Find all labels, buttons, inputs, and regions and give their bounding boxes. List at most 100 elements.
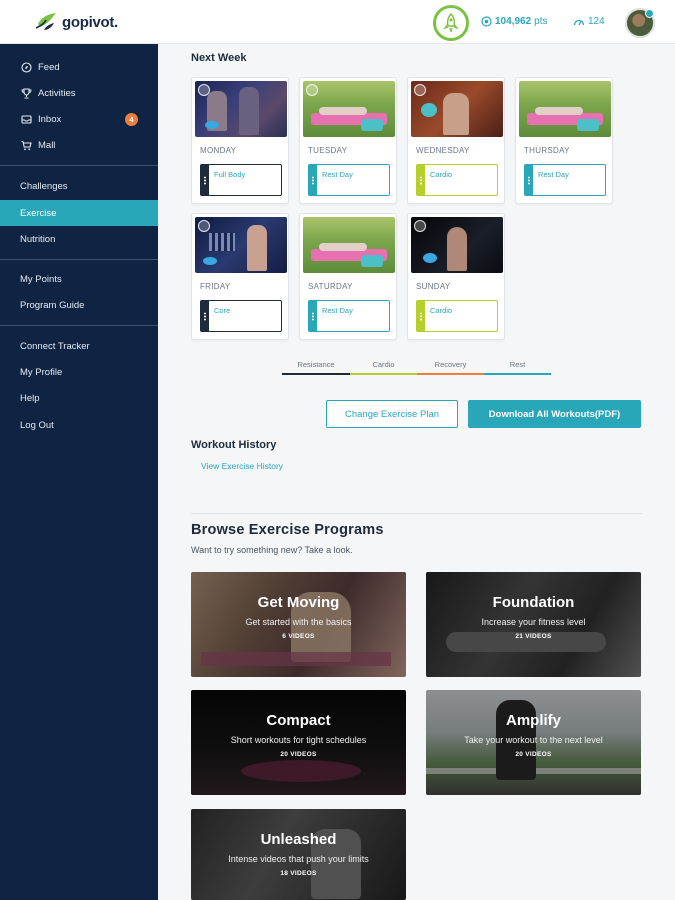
sidebar-item-my-points[interactable]: My Points (0, 266, 158, 292)
points-unit: pts (534, 16, 548, 27)
change-exercise-plan-button[interactable]: Change Exercise Plan (326, 400, 458, 428)
sidebar-item-label: Help (20, 392, 40, 404)
day-card-sunday[interactable]: SUNDAY Cardio (407, 213, 505, 340)
avatar-status-badge (645, 9, 654, 18)
sidebar-item-my-profile[interactable]: My Profile (0, 359, 158, 385)
legend-resistance: Resistance (282, 360, 350, 375)
program-card-unleashed[interactable]: Unleashed Intense videos that push your … (191, 809, 406, 900)
sidebar-item-label: Log Out (20, 419, 54, 431)
workout-name: Cardio (430, 306, 453, 315)
workout-tag[interactable]: Rest Day (524, 164, 606, 196)
sidebar-item-exercise[interactable]: Exercise (0, 200, 158, 226)
program-video-count: 18 VIDEOS (280, 870, 317, 877)
program-description: Short workouts for tight schedules (230, 735, 367, 745)
sidebar-item-label: Connect Tracker (20, 340, 90, 352)
program-title: Amplify (505, 712, 561, 729)
workout-name: Rest Day (322, 170, 353, 179)
workout-thumbnail[interactable] (195, 217, 287, 273)
day-label: SATURDAY (308, 282, 353, 291)
sidebar-divider (0, 165, 158, 166)
sidebar-item-program-guide[interactable]: Program Guide (0, 292, 158, 318)
workout-thumbnail[interactable] (411, 81, 503, 137)
day-label: WEDNESDAY (416, 146, 470, 155)
trophy-icon (20, 87, 32, 99)
workout-thumbnail[interactable] (519, 81, 611, 137)
workout-tag[interactable]: Full Body (200, 164, 282, 196)
drag-handle-icon[interactable] (204, 312, 206, 321)
program-video-count: 21 VIDEOS (515, 633, 552, 640)
download-all-workouts-button[interactable]: Download All Workouts(PDF) (468, 400, 641, 428)
drag-handle-icon[interactable] (204, 176, 206, 185)
workout-thumbnail[interactable] (195, 81, 287, 137)
program-card-foundation[interactable]: Foundation Increase your fitness level 2… (426, 572, 641, 677)
points-display[interactable]: 104,962 pts (481, 16, 548, 27)
complete-check-icon[interactable] (198, 84, 210, 96)
drag-handle-icon[interactable] (420, 312, 422, 321)
program-description: Intense videos that push your limits (228, 854, 369, 864)
drag-handle-icon[interactable] (312, 312, 314, 321)
gopivot-logo[interactable]: gopivot. (34, 10, 118, 34)
complete-check-icon[interactable] (198, 220, 210, 232)
program-title: Foundation (492, 594, 575, 611)
program-card-get-moving[interactable]: Get Moving Get started with the basics 6… (191, 572, 406, 677)
program-card-compact[interactable]: Compact Short workouts for tight schedul… (191, 690, 406, 795)
drag-handle-icon[interactable] (528, 176, 530, 185)
day-label: TUESDAY (308, 146, 348, 155)
program-description: Take your workout to the next level (464, 735, 603, 745)
sidebar-item-connect-tracker[interactable]: Connect Tracker (0, 333, 158, 359)
workout-tag[interactable]: Rest Day (308, 164, 390, 196)
rocket-progress-button[interactable] (433, 5, 469, 41)
leaf-logo-icon (35, 13, 56, 30)
program-video-count: 20 VIDEOS (515, 751, 552, 758)
workout-thumbnail[interactable] (303, 217, 395, 273)
sidebar-item-activities[interactable]: Activities (0, 80, 158, 106)
sidebar-item-label: Challenges (20, 180, 68, 192)
sidebar-item-help[interactable]: Help (0, 385, 158, 411)
day-card-friday[interactable]: FRIDAY Core (191, 213, 289, 340)
complete-check-icon[interactable] (306, 84, 318, 96)
sidebar-item-label: Inbox (38, 113, 62, 125)
points-icon (481, 16, 492, 27)
program-video-count: 6 VIDEOS (282, 633, 315, 640)
workout-thumbnail[interactable] (303, 81, 395, 137)
complete-check-icon[interactable] (414, 220, 426, 232)
program-description: Get started with the basics (245, 617, 352, 627)
inbox-count-badge: 4 (125, 113, 138, 126)
workout-name: Core (214, 306, 231, 315)
day-card-monday[interactable]: MONDAY Full Body (191, 77, 289, 204)
steps-display[interactable]: 124 (573, 16, 605, 27)
day-card-thursday[interactable]: THURSDAY Rest Day (515, 77, 613, 204)
workout-tag[interactable]: Cardio (416, 300, 498, 332)
program-title: Get Moving (257, 594, 340, 611)
sidebar-item-nutrition[interactable]: Nutrition (0, 226, 158, 252)
sidebar-item-challenges[interactable]: Challenges (0, 173, 158, 199)
drag-handle-icon[interactable] (312, 176, 314, 185)
workout-tag[interactable]: Rest Day (308, 300, 390, 332)
sidebar-item-label: Nutrition (20, 233, 56, 245)
day-card-tuesday[interactable]: TUESDAY Rest Day (299, 77, 397, 204)
brand-name: gopivot. (62, 13, 118, 31)
workout-thumbnail[interactable] (411, 217, 503, 273)
day-card-saturday[interactable]: SATURDAY Rest Day (299, 213, 397, 340)
sidebar-item-label: Activities (38, 87, 76, 99)
program-card-amplify[interactable]: Amplify Take your workout to the next le… (426, 690, 641, 795)
day-card-wednesday[interactable]: WEDNESDAY Cardio (407, 77, 505, 204)
sidebar-item-mall[interactable]: Mall (0, 132, 158, 158)
sidebar: Feed Activities Inbox 4 Mall Challenges … (0, 44, 158, 900)
workout-tag[interactable]: Cardio (416, 164, 498, 196)
workout-tag[interactable]: Core (200, 300, 282, 332)
drag-handle-icon[interactable] (420, 176, 422, 185)
sidebar-item-log-out[interactable]: Log Out (0, 412, 158, 438)
legend-rest: Rest (484, 360, 551, 375)
complete-check-icon[interactable] (414, 84, 426, 96)
legend-label: Rest (509, 360, 526, 369)
sidebar-item-label: My Points (20, 273, 62, 285)
sidebar-item-feed[interactable]: Feed (0, 54, 158, 80)
rocket-icon (443, 13, 459, 33)
sidebar-item-label: My Profile (20, 366, 63, 378)
gauge-icon (573, 19, 585, 25)
sidebar-item-label: Exercise (20, 207, 57, 219)
day-label: SUNDAY (416, 282, 451, 291)
day-label: MONDAY (200, 146, 237, 155)
view-exercise-history-link[interactable]: View Exercise History (201, 461, 283, 471)
